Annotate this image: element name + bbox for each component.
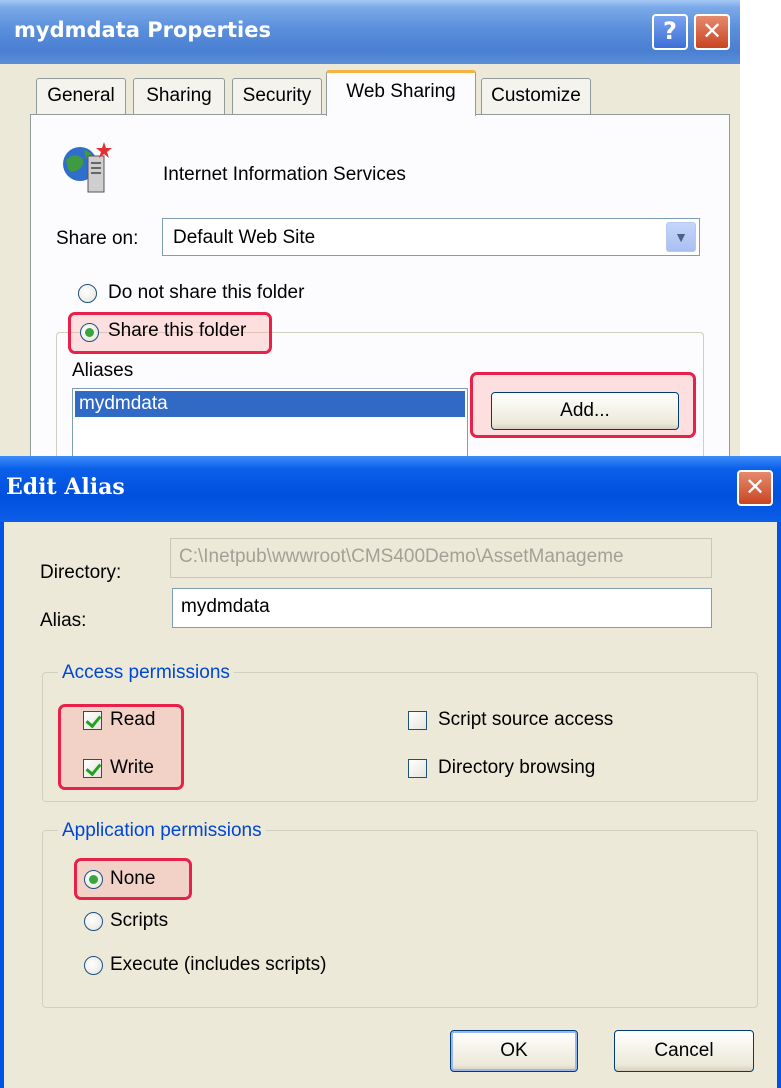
close-icon[interactable]: ✕ xyxy=(694,14,730,50)
none-radio[interactable] xyxy=(84,870,103,889)
share-on-value: Default Web Site xyxy=(173,227,316,248)
list-item[interactable]: mydmdata xyxy=(75,391,465,417)
read-label: Read xyxy=(110,709,156,730)
script-source-label: Script source access xyxy=(438,709,614,730)
access-permissions-legend: Access permissions xyxy=(58,662,234,684)
tab-sharing[interactable]: Sharing xyxy=(133,78,225,114)
properties-window: mydmdata Properties ? ✕ General Sharing … xyxy=(0,0,740,470)
alias-label: Alias: xyxy=(40,610,87,631)
directory-field: C:\Inetpub\wwwroot\CMS400Demo\AssetManag… xyxy=(170,538,712,578)
ok-button[interactable]: OK xyxy=(450,1030,578,1072)
edit-alias-dialog: Edit Alias ✕ Directory: C:\Inetpub\wwwro… xyxy=(0,456,781,1088)
edit-alias-title-bar[interactable]: Edit Alias ✕ xyxy=(0,456,781,522)
scripts-radio[interactable] xyxy=(84,912,103,931)
share-on-dropdown[interactable]: Default Web Site ▼ xyxy=(162,218,700,256)
add-button[interactable]: Add... xyxy=(491,392,679,430)
script-source-checkbox[interactable] xyxy=(408,711,427,730)
execute-label: Execute (includes scripts) xyxy=(110,954,327,975)
application-permissions-legend: Application permissions xyxy=(58,820,266,842)
aliases-label: Aliases xyxy=(72,360,134,381)
do-not-share-label: Do not share this folder xyxy=(108,282,305,303)
dialog-title: Edit Alias xyxy=(6,474,125,500)
properties-title: mydmdata Properties xyxy=(14,18,271,42)
tab-web-sharing[interactable]: Web Sharing xyxy=(326,70,476,116)
globe-server-icon xyxy=(63,142,112,193)
directory-browsing-checkbox[interactable] xyxy=(408,759,427,778)
write-label: Write xyxy=(110,757,154,778)
write-checkbox[interactable] xyxy=(83,759,102,778)
alias-field[interactable]: mydmdata xyxy=(172,588,712,628)
cancel-button[interactable]: Cancel xyxy=(614,1030,754,1072)
execute-radio[interactable] xyxy=(84,956,103,975)
do-not-share-radio[interactable] xyxy=(78,284,97,303)
scripts-label: Scripts xyxy=(110,910,169,931)
tab-customize[interactable]: Customize xyxy=(481,78,591,114)
chevron-down-icon[interactable]: ▼ xyxy=(666,222,696,252)
tab-security[interactable]: Security xyxy=(232,78,322,114)
directory-browsing-label: Directory browsing xyxy=(438,757,596,778)
read-checkbox[interactable] xyxy=(83,711,102,730)
tab-general[interactable]: General xyxy=(36,78,126,114)
service-name: Internet Information Services xyxy=(163,164,406,185)
none-label: None xyxy=(110,868,156,889)
share-folder-label: Share this folder xyxy=(108,320,247,341)
share-on-label: Share on: xyxy=(56,228,139,249)
properties-title-bar[interactable]: mydmdata Properties ? ✕ xyxy=(0,0,740,64)
help-icon[interactable]: ? xyxy=(652,14,688,50)
close-icon[interactable]: ✕ xyxy=(737,470,773,506)
share-folder-radio[interactable] xyxy=(80,323,99,342)
directory-label: Directory: xyxy=(40,562,122,583)
